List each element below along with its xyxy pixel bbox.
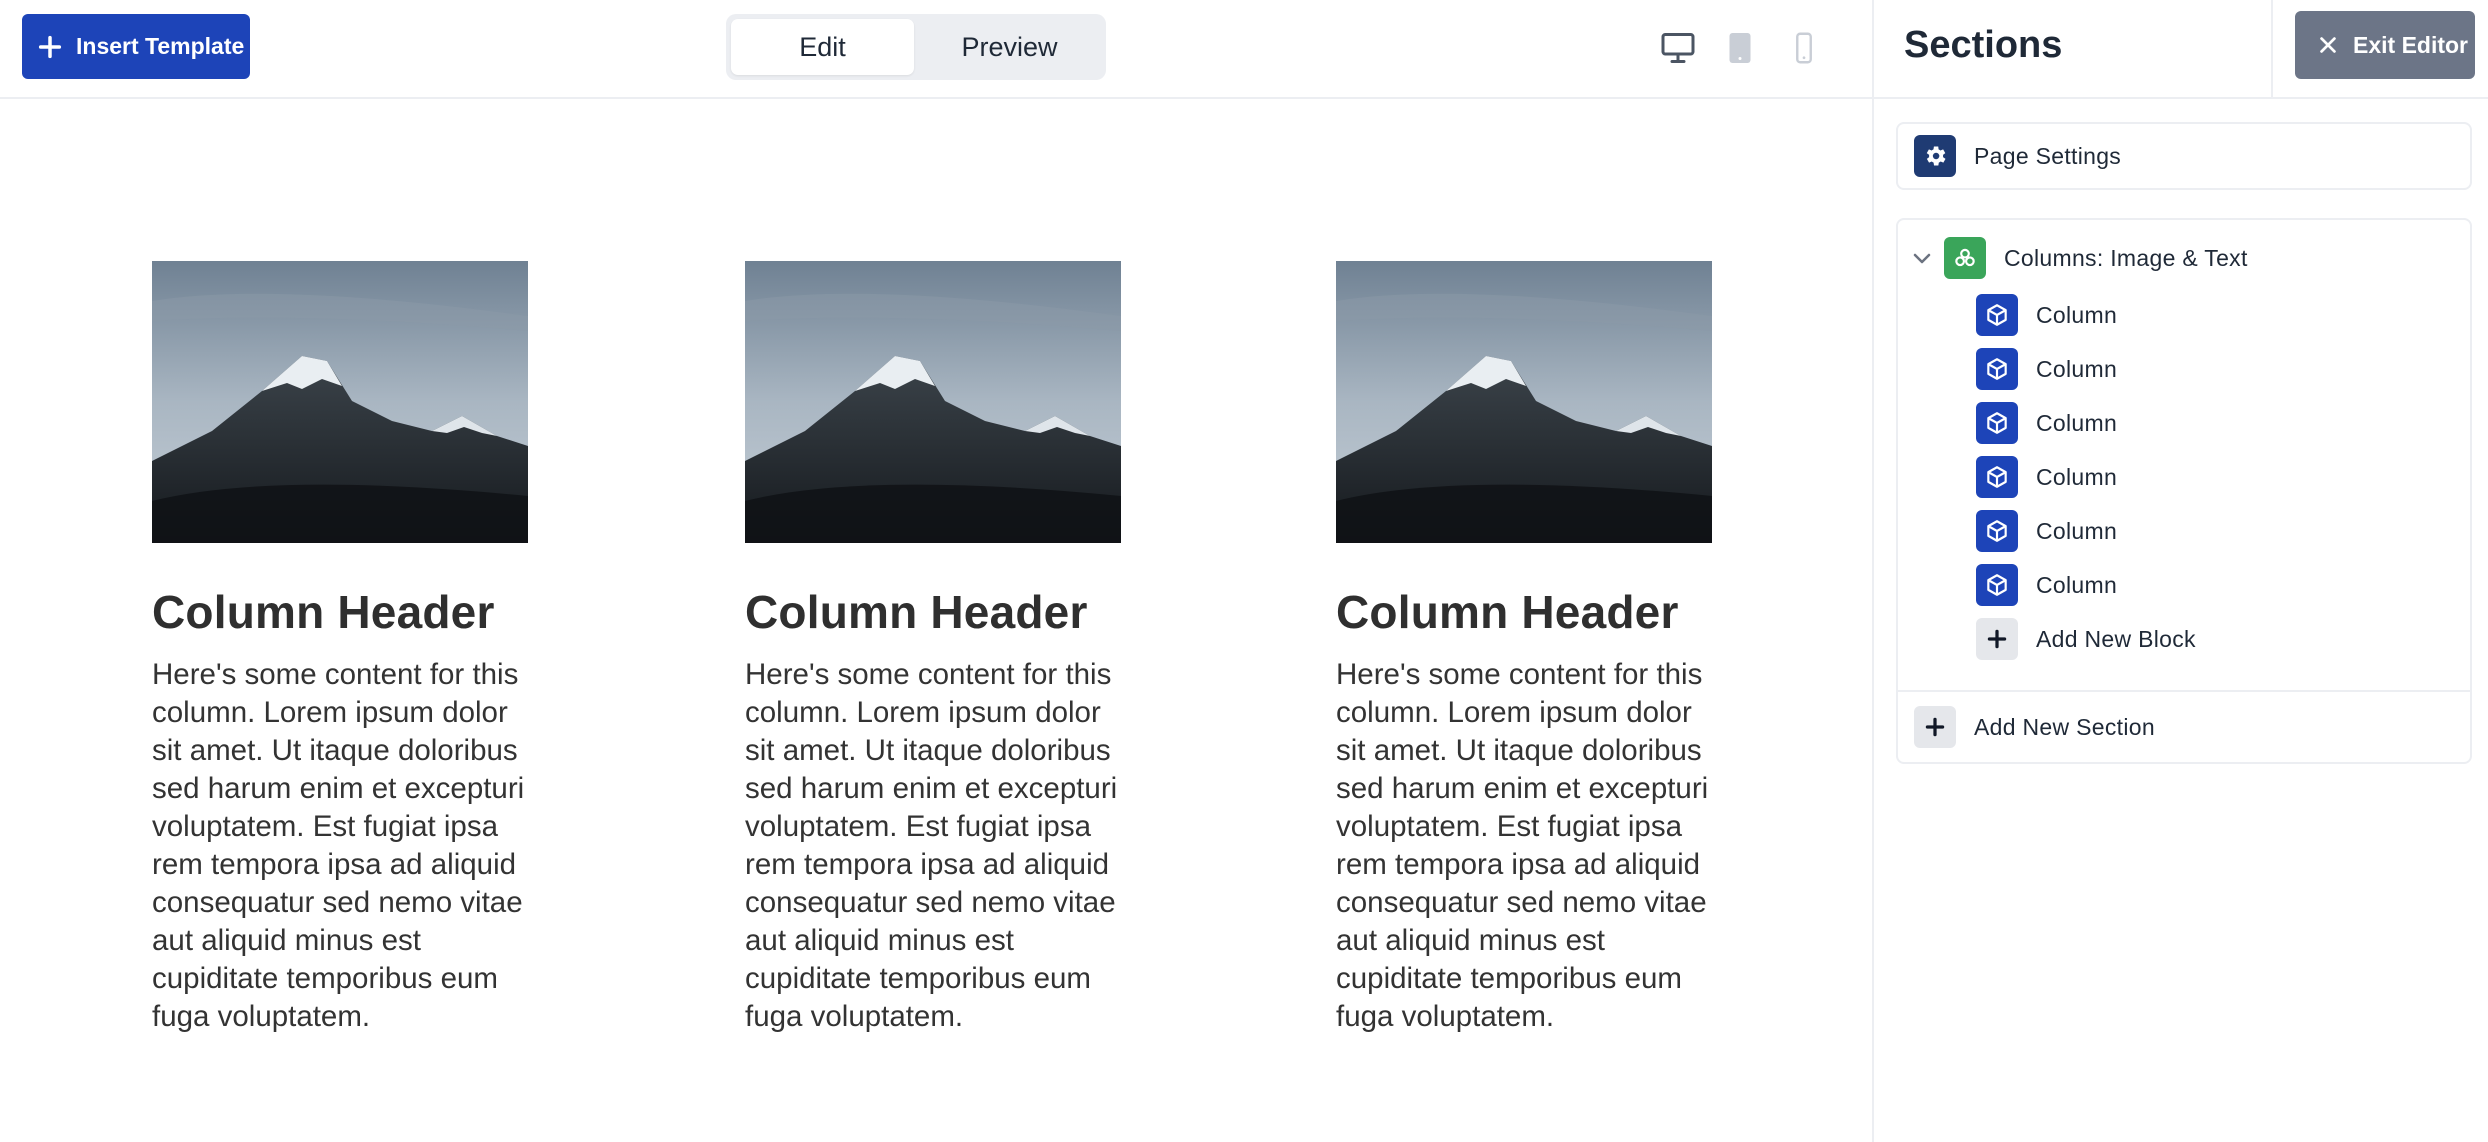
chevron-down-icon[interactable]: [1910, 246, 1934, 270]
insert-template-button[interactable]: Insert Template: [22, 14, 250, 79]
cube-icon: [1976, 294, 2018, 336]
page-canvas: Column Header Here's some content for th…: [0, 101, 1872, 1142]
tab-edit[interactable]: Edit: [731, 19, 914, 75]
content-column[interactable]: Column Header Here's some content for th…: [152, 261, 528, 1036]
desktop-icon[interactable]: [1660, 30, 1696, 66]
cube-icon: [1976, 456, 2018, 498]
view-mode-toggle: Edit Preview: [726, 14, 1106, 80]
header-divider: [2271, 0, 2273, 99]
exit-editor-label: Exit Editor: [2353, 31, 2469, 58]
block-item-column[interactable]: Column: [1898, 396, 2470, 450]
insert-template-label: Insert Template: [76, 33, 245, 59]
gear-icon: [1914, 135, 1956, 177]
block-label: Column: [2036, 355, 2118, 382]
block-label: Column: [2036, 463, 2118, 490]
block-item-column[interactable]: Column: [1898, 342, 2470, 396]
tablet-icon[interactable]: [1722, 30, 1758, 66]
cube-icon: [1976, 402, 2018, 444]
column-body: Here's some content for this column. Lor…: [1336, 657, 1709, 1033]
cube-icon: [1976, 564, 2018, 606]
section-divider: [1898, 690, 2470, 692]
plus-icon: [1976, 618, 2018, 660]
plus-icon: [1914, 706, 1956, 748]
biohazard-icon: [1944, 237, 1986, 279]
cube-icon: [1976, 348, 2018, 390]
block-label: Column: [2036, 301, 2118, 328]
block-label: Column: [2036, 571, 2118, 598]
exit-editor-button[interactable]: Exit Editor: [2295, 11, 2475, 79]
page-settings-card: Page Settings: [1896, 122, 2472, 190]
block-label: Column: [2036, 517, 2118, 544]
page-settings-item[interactable]: Page Settings: [1898, 124, 2470, 188]
add-block-label: Add New Block: [2036, 625, 2196, 652]
cube-icon: [1976, 510, 2018, 552]
block-list: Column Column Column Column Column Colum…: [1898, 288, 2470, 666]
block-item-column[interactable]: Column: [1898, 450, 2470, 504]
content-column[interactable]: Column Header Here's some content for th…: [1336, 261, 1712, 1036]
block-label: Column: [2036, 409, 2118, 436]
block-item-column[interactable]: Column: [1898, 288, 2470, 342]
section-item-columns[interactable]: Columns: Image & Text: [1898, 220, 2470, 288]
sections-sidebar: Sections Exit Editor Page Settings Colum…: [1872, 0, 2488, 1142]
page-settings-label: Page Settings: [1974, 142, 2122, 169]
sections-card: Columns: Image & Text Column Column Colu…: [1896, 218, 2472, 764]
column-body: Here's some content for this column. Lor…: [152, 657, 525, 1033]
mountain-image: [745, 261, 1121, 543]
add-new-section-button[interactable]: Add New Section: [1898, 694, 2470, 760]
editor-toolbar: Insert Template Edit Preview: [0, 0, 1872, 99]
column-header: Column Header: [152, 586, 495, 638]
column-body: Here's some content for this column. Lor…: [745, 657, 1118, 1033]
mobile-icon[interactable]: [1786, 30, 1822, 66]
plus-icon: [38, 35, 62, 58]
block-item-column[interactable]: Column: [1898, 558, 2470, 612]
section-label: Columns: Image & Text: [2004, 244, 2248, 271]
add-section-label: Add New Section: [1974, 713, 2155, 740]
add-new-block-button[interactable]: Add New Block: [1898, 612, 2470, 666]
column-header: Column Header: [1336, 586, 1679, 638]
mountain-image: [152, 261, 528, 543]
block-item-column[interactable]: Column: [1898, 504, 2470, 558]
mountain-image: [1336, 261, 1712, 543]
sidebar-title: Sections: [1904, 24, 2063, 66]
column-header: Column Header: [745, 586, 1088, 638]
tab-preview[interactable]: Preview: [918, 19, 1101, 75]
close-icon: [2320, 37, 2336, 53]
sidebar-header: Sections Exit Editor: [1874, 0, 2488, 99]
content-column[interactable]: Column Header Here's some content for th…: [745, 261, 1121, 1036]
